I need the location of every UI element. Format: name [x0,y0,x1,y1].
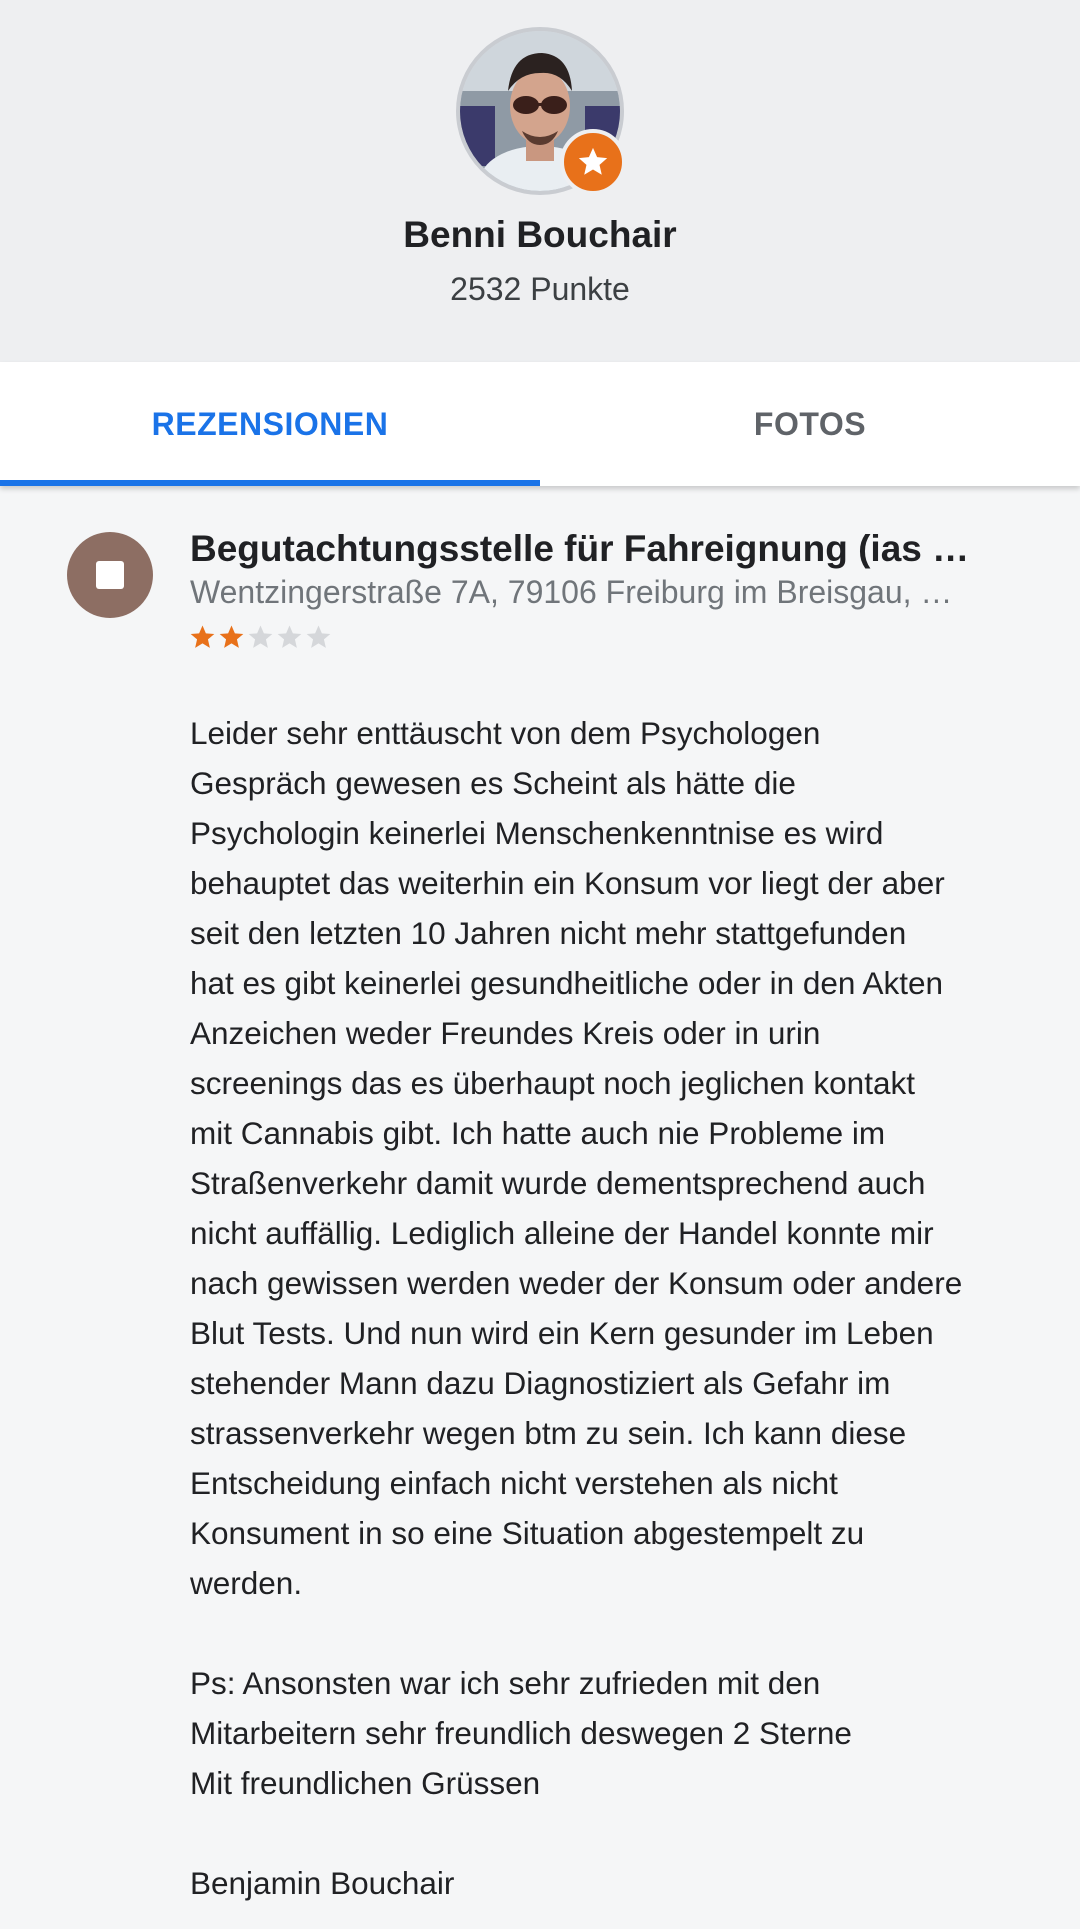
review-text-line: behauptet das weiterhin ein Konsum vor l… [190,865,945,901]
review-card: Begutachtungsstelle für Fahreignung (ias… [0,486,1080,1929]
review-text-line: seit den letzten 10 Jahren nicht mehr st… [190,915,907,951]
review-text-line: Straßenverkehr damit wurde dementspreche… [190,1165,926,1201]
review-text-line [190,1808,1040,1858]
place-address: Wentzingerstraße 7A, 79106 Freiburg im B… [190,574,953,610]
review-text-line: screenings das es überhaupt noch jeglich… [190,1065,915,1101]
star-filled-icon [190,625,215,648]
review-text-line: stehender Mann dazu Diagnostiziert als G… [190,1365,891,1401]
star-empty-icon [306,625,331,648]
stop-square-icon[interactable] [67,532,153,618]
review-text-line: mit Cannabis gibt. Ich hatte auch nie Pr… [190,1115,886,1151]
star-filled-icon [219,625,244,648]
review-text-line: Gespräch gewesen es Scheint als hätte di… [190,765,796,801]
review-text-line: Leider sehr enttäuscht von dem Psycholog… [190,715,821,751]
avatar[interactable] [456,27,626,195]
review-text-line: strassenverkehr wegen btm zu sein. Ich k… [190,1415,907,1451]
profile-name: Benni Bouchair [403,214,677,255]
local-guide-star-icon [560,129,626,195]
review-text-line: Benjamin Bouchair [190,1865,455,1901]
review-text-line [190,1608,1040,1658]
tab-reviews[interactable]: REZENSIONEN [0,362,540,486]
tab-photos[interactable]: FOTOS [540,362,1080,486]
review-text-line: Anzeichen weder Freundes Kreis oder in u… [190,1015,821,1051]
review-text: Leider sehr enttäuscht von dem Psycholog… [190,708,1040,1908]
review-text-line: werden. [190,1565,303,1601]
review-text-line: Entscheidung einfach nicht verstehen als… [190,1465,838,1501]
review-text-line: Mit freundlichen Grüssen [190,1765,541,1801]
profile-header: Benni Bouchair 2532 Punkte [0,0,1080,362]
tab-bar: REZENSIONEN FOTOS [0,362,1080,486]
profile-points: 2532 Punkte [450,271,630,307]
review-text-line: Mitarbeitern sehr freundlich deswegen 2 … [190,1715,852,1751]
review-text-line: Blut Tests. Und nun wird ein Kern gesund… [190,1315,934,1351]
review-text-line: nicht auffällig. Lediglich alleine der H… [190,1215,934,1251]
review-text-line: Ps: Ansonsten war ich sehr zufrieden mit… [190,1665,821,1701]
review-text-line: nach gewissen werden weder der Konsum od… [190,1265,963,1301]
star-empty-icon [277,625,302,648]
place-name[interactable]: Begutachtungsstelle für Fahreignung (ias… [190,528,1010,570]
review-text-line: hat es gibt keinerlei gesundheitliche od… [190,965,944,1001]
star-empty-icon [248,625,273,648]
review-text-line: Konsument in so eine Situation abgestemp… [190,1515,865,1551]
review-text-line: Psychologin keinerlei Menschenkenntnise … [190,815,884,851]
star-rating [188,622,333,662]
